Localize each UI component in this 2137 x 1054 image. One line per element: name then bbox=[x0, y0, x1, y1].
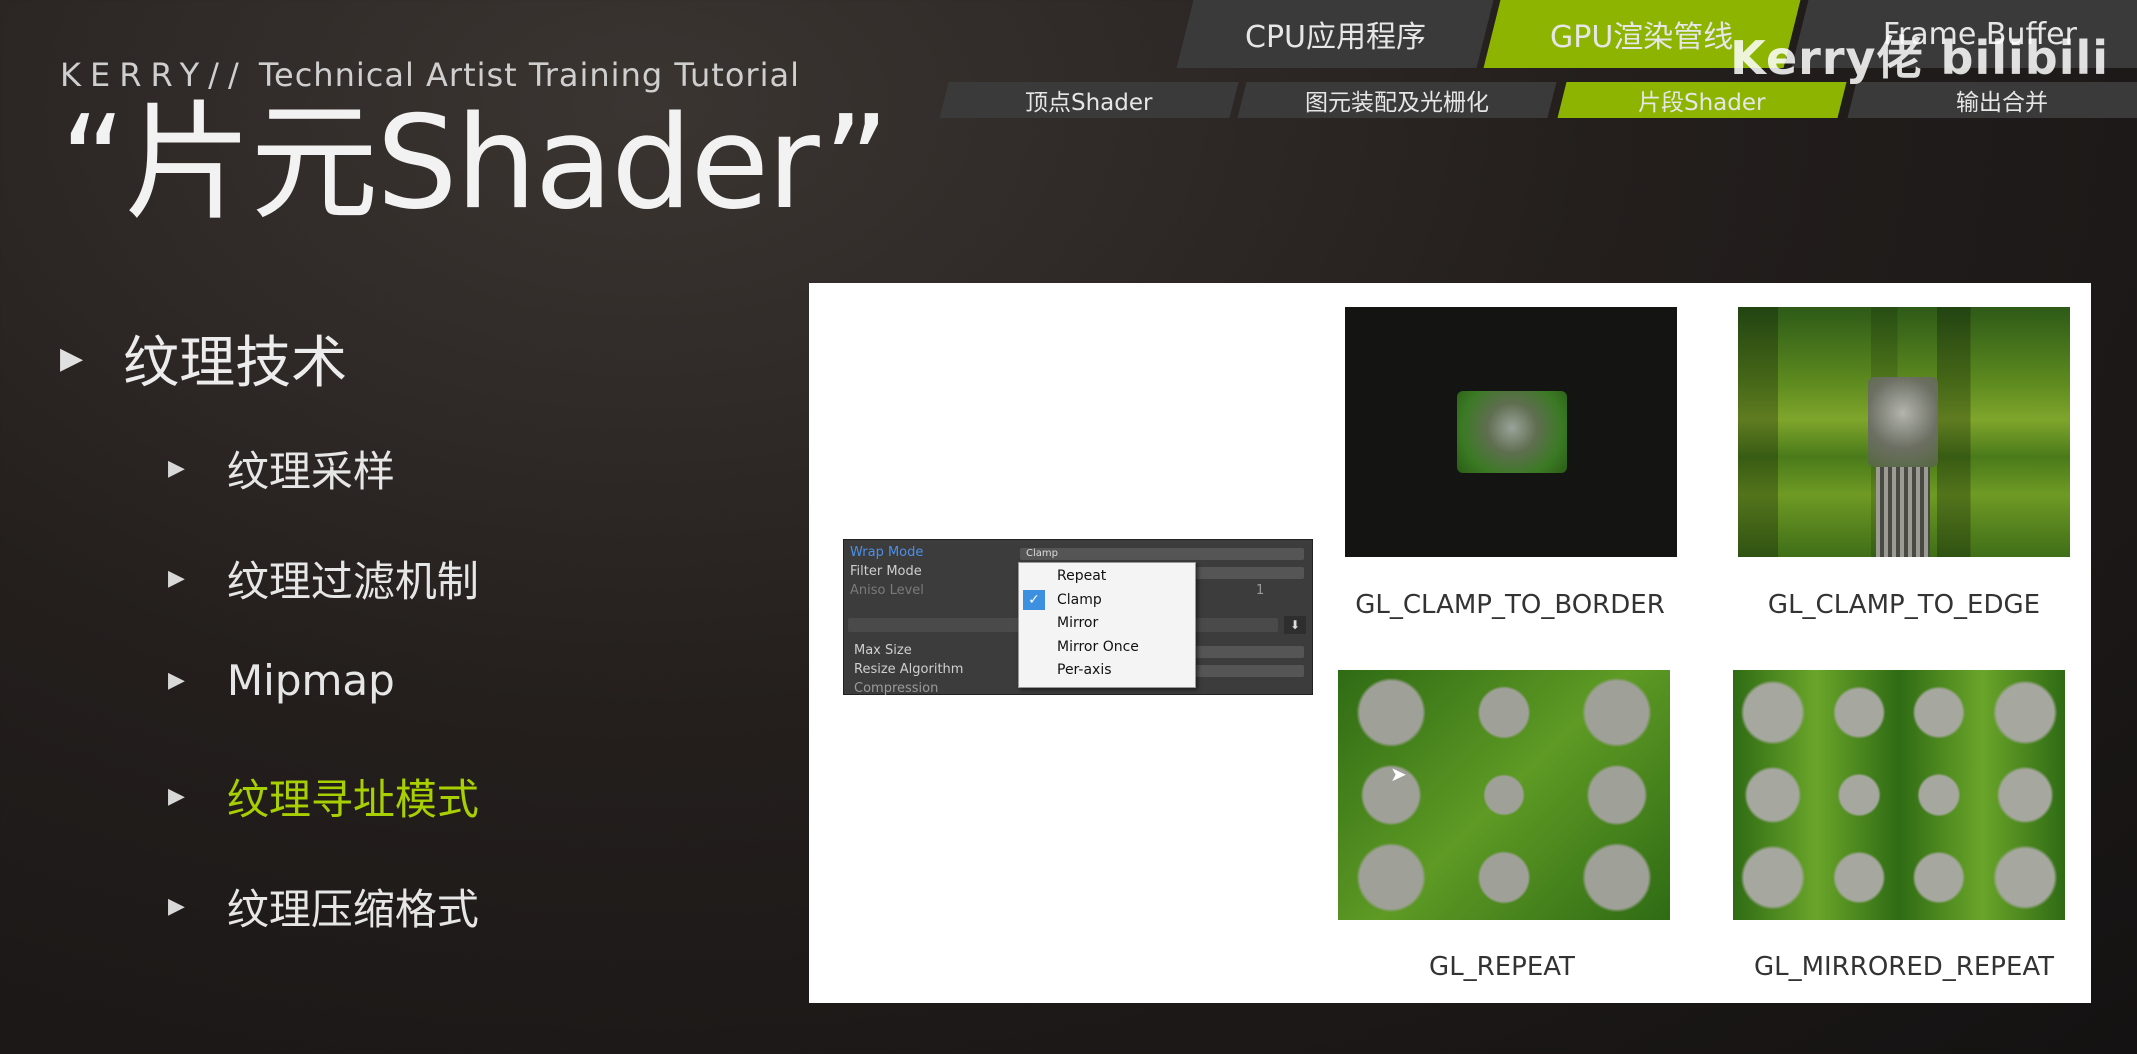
option-mirror[interactable]: Mirror bbox=[1057, 615, 1098, 631]
bullet-item-active: ▶ 纹理寻址模式 bbox=[168, 766, 479, 827]
option-mirror-once[interactable]: Mirror Once bbox=[1057, 639, 1139, 655]
bullet-main-label: 纹理技术 bbox=[123, 331, 348, 396]
triangle-icon: ▶ bbox=[168, 894, 185, 919]
resize-algorithm-label: Resize Algorithm bbox=[854, 662, 964, 677]
watermark-logo: Kerry佬 bilibili bbox=[1730, 31, 2109, 85]
clamp-to-border-image bbox=[1345, 307, 1677, 557]
download-icon[interactable]: ⬇ bbox=[1284, 616, 1306, 634]
triangle-icon: ▶ bbox=[168, 566, 185, 591]
bullet-item-label: Mipmap bbox=[226, 656, 395, 705]
aniso-level-label: Aniso Level bbox=[850, 583, 924, 598]
aniso-level-value: 1 bbox=[1256, 583, 1265, 598]
triangle-icon: ▶ bbox=[168, 784, 185, 809]
triangle-icon: ▶ bbox=[168, 668, 185, 693]
mirrored-repeat-image bbox=[1733, 670, 2065, 920]
bullet-item: ▶ 纹理过滤机制 bbox=[168, 548, 479, 609]
max-size-label: Max Size bbox=[854, 643, 912, 658]
tab-cpu-label: CPU应用程序 bbox=[1244, 20, 1426, 55]
subtab-rasterization-label: 图元装配及光栅化 bbox=[1305, 90, 1489, 116]
label-mirrored-repeat: GL_MIRRORED_REPEAT bbox=[1753, 952, 2055, 982]
bullet-item-label: 纹理寻址模式 bbox=[226, 775, 479, 824]
option-per-axis[interactable]: Per-axis bbox=[1057, 662, 1112, 678]
filter-mode-label: Filter Mode bbox=[850, 564, 922, 579]
subtab-output-merger-label: 输出合并 bbox=[1956, 90, 2048, 116]
bullet-item: ▶ 纹理压缩格式 bbox=[168, 876, 479, 937]
option-repeat[interactable]: Repeat bbox=[1057, 568, 1106, 584]
check-icon: ✓ bbox=[1023, 590, 1045, 610]
label-clamp-to-edge: GL_CLAMP_TO_EDGE bbox=[1767, 590, 2041, 620]
label-repeat: GL_REPEAT bbox=[1429, 952, 1575, 982]
bullet-item: ▶ Mipmap bbox=[168, 656, 395, 705]
subtab-vertex-shader-label: 顶点Shader bbox=[1025, 90, 1153, 116]
option-clamp[interactable]: Clamp bbox=[1057, 592, 1102, 608]
bullet-item-label: 纹理压缩格式 bbox=[226, 885, 479, 934]
tab-cpu[interactable]: CPU应用程序 bbox=[1176, 0, 1494, 68]
triangle-icon: ▶ bbox=[168, 456, 185, 481]
bullet-item-label: 纹理过滤机制 bbox=[226, 557, 479, 606]
subtab-fragment-shader-label: 片段Shader bbox=[1638, 90, 1766, 116]
repeat-image: ➤ bbox=[1338, 670, 1670, 920]
compression-label: Compression bbox=[854, 681, 939, 696]
tab-gpu-label: GPU渲染管线 bbox=[1550, 20, 1734, 55]
label-clamp-to-border: GL_CLAMP_TO_BORDER bbox=[1355, 590, 1665, 620]
wrap-mode-select[interactable]: Clamp bbox=[1020, 548, 1304, 560]
bullet-item: ▶ 纹理采样 bbox=[168, 438, 395, 499]
clamp-to-edge-image bbox=[1738, 307, 2070, 557]
wrap-mode-label: Wrap Mode bbox=[850, 545, 924, 560]
cursor-icon: ➤ bbox=[1390, 762, 1407, 786]
subtab-rasterization[interactable]: 图元装配及光栅化 bbox=[1237, 82, 1557, 118]
subtab-vertex-shader[interactable]: 顶点Shader bbox=[939, 82, 1239, 118]
page-title: “片元Shader” bbox=[60, 89, 889, 238]
bullet-main: ▶ 纹理技术 bbox=[60, 318, 347, 399]
bullet-item-label: 纹理采样 bbox=[226, 447, 395, 496]
wrap-mode-dropdown: ✓ Repeat Clamp Mirror Mirror Once Per-ax… bbox=[1018, 562, 1196, 688]
triangle-icon: ▶ bbox=[60, 341, 84, 376]
